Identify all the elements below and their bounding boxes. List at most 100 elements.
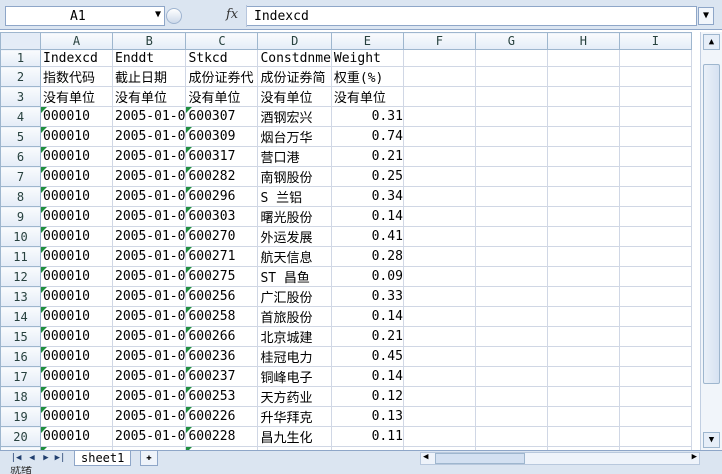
empty-cell[interactable] [618,226,692,247]
empty-cell[interactable] [618,49,692,67]
empty-cell[interactable] [474,186,548,207]
cell-c16[interactable]: 600236 [185,346,259,367]
cell-a8[interactable]: 000010 [40,186,113,207]
cell-e12[interactable]: 0.09 [330,266,404,287]
cell-c15[interactable]: 600266 [185,326,259,347]
row-header[interactable]: 17 [0,366,41,387]
scroll-left-icon[interactable]: ◀ [423,452,428,462]
empty-cell[interactable] [618,186,692,207]
horizontal-scroll-thumb[interactable] [435,453,525,464]
cell-c13[interactable]: 600256 [185,286,259,307]
scroll-up-icon[interactable]: ▲ [703,34,720,50]
cell-d8[interactable]: S 兰铝 [257,186,332,207]
column-header-f[interactable]: F [402,32,476,50]
empty-cell[interactable] [618,306,692,327]
cell-d7[interactable]: 南钢股份 [257,166,332,187]
empty-cell[interactable] [474,326,548,347]
empty-cell[interactable] [546,306,620,327]
row-header[interactable]: 1 [0,49,41,67]
cell-d10[interactable]: 外运发展 [257,226,332,247]
empty-cell[interactable] [546,346,620,367]
empty-cell[interactable] [546,266,620,287]
empty-cell[interactable] [402,386,476,407]
empty-cell[interactable] [474,346,548,367]
empty-cell[interactable] [618,386,692,407]
cell-d11[interactable]: 航天信息 [257,246,332,267]
row-header[interactable]: 2 [0,66,41,87]
cell-b1[interactable]: Enddt [111,49,187,67]
next-sheet-icon[interactable]: ▶ [40,452,52,465]
cell-e14[interactable]: 0.14 [330,306,404,327]
empty-cell[interactable] [474,226,548,247]
cell-d6[interactable]: 营口港 [257,146,332,167]
cell-d2[interactable]: 成份证券简 [257,66,332,87]
cell-a14[interactable]: 000010 [40,306,113,327]
cell-a10[interactable]: 000010 [40,226,113,247]
cell-b3[interactable]: 没有单位 [111,86,187,107]
cell-e10[interactable]: 0.41 [330,226,404,247]
empty-cell[interactable] [474,406,548,427]
cell-d9[interactable]: 曙光股份 [257,206,332,227]
cell-a7[interactable]: 000010 [40,166,113,187]
cell-c20[interactable]: 600228 [185,426,259,447]
cell-e17[interactable]: 0.14 [330,366,404,387]
empty-cell[interactable] [402,146,476,167]
empty-cell[interactable] [402,166,476,187]
cell-c11[interactable]: 600271 [185,246,259,267]
row-header[interactable]: 4 [0,106,41,127]
column-header-i[interactable]: I [618,32,692,50]
empty-cell[interactable] [474,246,548,267]
empty-cell[interactable] [546,206,620,227]
scroll-down-icon[interactable]: ▼ [703,432,720,448]
empty-cell[interactable] [402,106,476,127]
row-header[interactable]: 16 [0,346,41,367]
column-header-g[interactable]: G [474,32,548,50]
empty-cell[interactable] [546,326,620,347]
empty-cell[interactable] [618,106,692,127]
cell-c8[interactable]: 600296 [185,186,259,207]
cell-a2[interactable]: 指数代码 [40,66,113,87]
resize-grip-icon[interactable] [166,8,182,24]
cell-d13[interactable]: 广汇股份 [257,286,332,307]
empty-cell[interactable] [474,386,548,407]
cell-d5[interactable]: 烟台万华 [257,126,332,147]
empty-cell[interactable] [474,366,548,387]
row-header[interactable]: 19 [0,406,41,427]
last-sheet-icon[interactable]: ▶| [54,452,66,465]
cell-e13[interactable]: 0.33 [330,286,404,307]
cell-e2[interactable]: 权重(%) [330,66,404,87]
cell-b10[interactable]: 2005-01-0 [111,226,187,247]
first-sheet-icon[interactable]: |◀ [10,452,22,465]
empty-cell[interactable] [546,126,620,147]
empty-cell[interactable] [474,286,548,307]
column-header-h[interactable]: H [546,32,620,50]
empty-cell[interactable] [618,166,692,187]
cell-b7[interactable]: 2005-01-0 [111,166,187,187]
empty-cell[interactable] [546,106,620,127]
column-header-e[interactable]: E [330,32,404,50]
empty-cell[interactable] [402,306,476,327]
cell-b9[interactable]: 2005-01-0 [111,206,187,227]
cell-a11[interactable]: 000010 [40,246,113,267]
empty-cell[interactable] [546,146,620,167]
column-header-b[interactable]: B [111,32,187,50]
cell-a5[interactable]: 000010 [40,126,113,147]
empty-cell[interactable] [618,146,692,167]
cell-a12[interactable]: 000010 [40,266,113,287]
cell-b18[interactable]: 2005-01-0 [111,386,187,407]
empty-cell[interactable] [618,366,692,387]
cell-c6[interactable]: 600317 [185,146,259,167]
empty-cell[interactable] [474,86,548,107]
row-header[interactable]: 14 [0,306,41,327]
cell-d20[interactable]: 昌九生化 [257,426,332,447]
cell-e3[interactable]: 没有单位 [330,86,404,107]
row-header[interactable]: 18 [0,386,41,407]
empty-cell[interactable] [618,86,692,107]
empty-cell[interactable] [546,246,620,267]
prev-sheet-icon[interactable]: ◀ [26,452,38,465]
cell-b20[interactable]: 2005-01-0 [111,426,187,447]
empty-cell[interactable] [402,366,476,387]
empty-cell[interactable] [546,186,620,207]
cell-e16[interactable]: 0.45 [330,346,404,367]
cell-a16[interactable]: 000010 [40,346,113,367]
